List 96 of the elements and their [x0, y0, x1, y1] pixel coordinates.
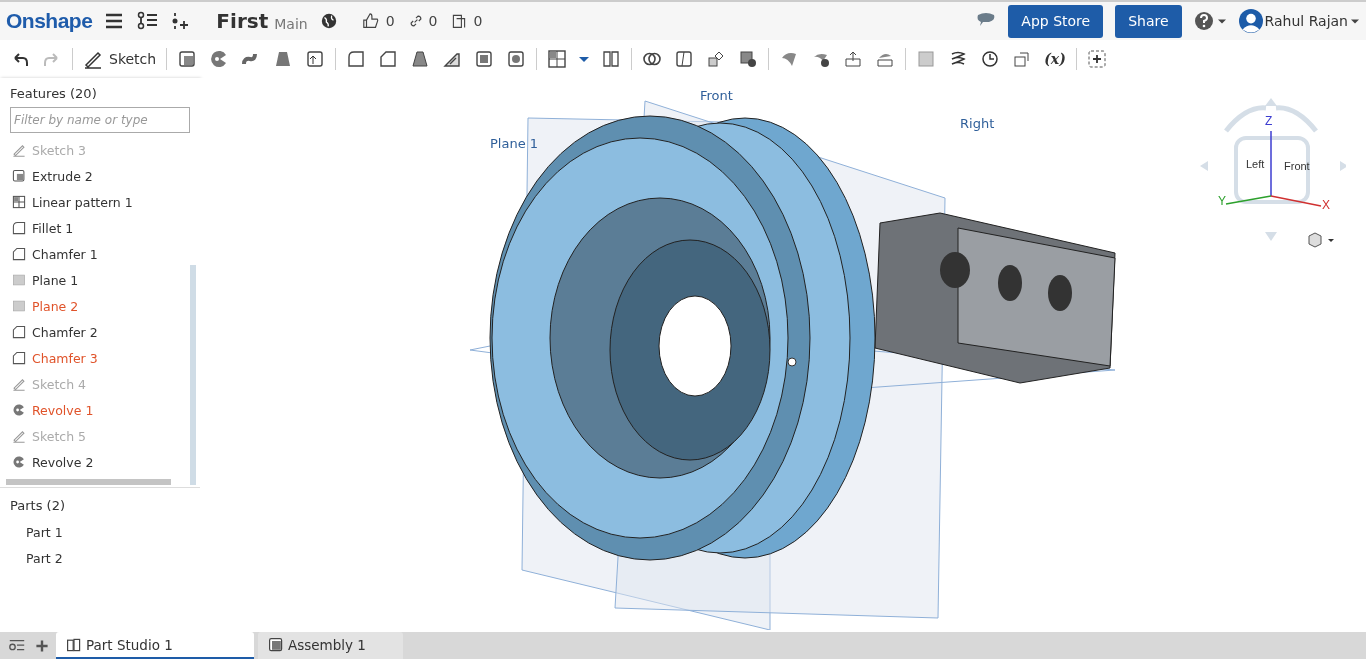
fillet-icon: [12, 221, 26, 235]
revolve-icon: [12, 455, 26, 469]
feature-item[interactable]: Chamfer 1: [0, 241, 200, 267]
feature-name: Linear pattern 1: [32, 194, 133, 210]
feature-name: Revolve 1: [32, 402, 94, 418]
plane-label: Right: [960, 116, 995, 131]
globe-icon: [319, 12, 338, 30]
axis-label: Y: [1218, 194, 1226, 208]
plane-label: Front: [700, 88, 733, 103]
extrude-icon: [177, 49, 198, 69]
plane-label: Plane 1: [490, 136, 539, 151]
view-cube-face-label[interactable]: Front: [1284, 160, 1310, 172]
feature-name: Plane 1: [32, 272, 79, 288]
caret-down-icon: [579, 56, 590, 62]
vertical-scrollbar[interactable]: [190, 265, 196, 485]
feature-item[interactable]: Revolve 1: [0, 397, 200, 423]
pencil-icon: [83, 49, 103, 69]
menu-icon: [104, 11, 125, 31]
features-heading: Features (20): [9, 85, 98, 103]
horizontal-scrollbar[interactable]: [6, 479, 171, 485]
feature-name: Revolve 2: [32, 454, 94, 470]
fillet-icon: [346, 49, 367, 69]
chamfer-icon: [12, 325, 26, 339]
plus-icon: [1086, 49, 1107, 69]
grid-icon: [12, 195, 26, 209]
delete-part-icon: [738, 49, 759, 69]
feature-name: Sketch 5: [32, 428, 87, 444]
feature-item[interactable]: Plane 1: [0, 267, 200, 293]
count-label: 0: [428, 13, 438, 29]
draft-icon: [410, 49, 431, 69]
document-title: First: [216, 9, 269, 33]
app-store-button[interactable]: App Store: [1008, 4, 1104, 38]
hole-icon: [506, 49, 527, 69]
chamfer-icon: [378, 49, 399, 69]
chamfer-icon: [12, 351, 26, 365]
insert-node-icon: [170, 11, 191, 31]
feature-item[interactable]: Fillet 1: [0, 215, 200, 241]
revolve-icon: [12, 403, 26, 417]
feature-item[interactable]: Plane 2: [0, 293, 200, 319]
caret-down-button[interactable]: [577, 54, 592, 64]
pencil-icon: [12, 377, 26, 391]
share-button[interactable]: Share: [1115, 4, 1182, 38]
branch-label: Main: [274, 15, 308, 32]
thicken-icon: [305, 49, 326, 69]
help-icon: [1193, 11, 1214, 31]
user-name[interactable]: Rahul Rajan: [1264, 13, 1348, 29]
axis-label: Z: [1265, 114, 1273, 128]
feature-name: Extrude 2: [32, 168, 93, 184]
chamfer-icon: [12, 247, 26, 261]
link-icon: [408, 14, 423, 28]
part-item[interactable]: Part 2: [0, 545, 200, 571]
app-logo[interactable]: Onshape: [6, 9, 93, 33]
feature-name: Chamfer 1: [32, 246, 98, 262]
feature-item[interactable]: Revolve 2: [0, 449, 200, 475]
plane-icon: [12, 273, 26, 287]
clipboard-icon: [451, 12, 468, 30]
thumbs-up-icon: [361, 12, 380, 30]
feature-name: Fillet 1: [32, 220, 74, 236]
plane-icon: [916, 49, 937, 69]
mirror-icon: [601, 49, 622, 69]
count-label: 0: [385, 13, 395, 29]
plane-icon: [12, 299, 26, 313]
count-label: 0: [473, 13, 483, 29]
feature-name: Sketch 4: [32, 376, 87, 392]
feature-item[interactable]: Linear pattern 1: [0, 189, 200, 215]
part-studio-icon: [66, 636, 82, 653]
move-face-icon: [843, 49, 864, 69]
feature-item[interactable]: Chamfer 2: [0, 319, 200, 345]
view-cube-face-label[interactable]: Left: [1246, 158, 1265, 170]
parts-heading: Parts (2): [9, 497, 66, 515]
assembly-icon: [268, 636, 284, 653]
feature-name: Sketch 3: [32, 142, 87, 158]
part-item[interactable]: Part 1: [0, 519, 200, 545]
axis-label: X: [1322, 198, 1330, 212]
feature-item[interactable]: Chamfer 3: [0, 345, 200, 371]
pattern-icon: [547, 49, 568, 69]
extrude-icon: [12, 169, 26, 183]
document-tab[interactable]: Part Studio 1: [56, 632, 254, 659]
pencil-icon: [12, 143, 26, 157]
pencil-icon: [12, 429, 26, 443]
feature-item[interactable]: Extrude 2: [0, 163, 200, 189]
filter-field[interactable]: Filter by name or type: [10, 107, 190, 133]
feature-name: Chamfer 2: [32, 324, 98, 340]
feature-name: Chamfer 3: [32, 350, 98, 366]
sketch-button[interactable]: Sketch: [81, 47, 159, 71]
document-tab[interactable]: Assembly 1: [258, 632, 403, 659]
cube-display-icon[interactable]: [1306, 232, 1336, 248]
avatar-icon: [1238, 9, 1263, 33]
clock-icon: [980, 49, 1001, 69]
feature-name: Plane 2: [32, 298, 79, 314]
plus-icon: [34, 637, 50, 654]
variable-button[interactable]: (x): [1042, 49, 1068, 69]
view-cube[interactable]: Left Front Z Y X: [1196, 86, 1346, 251]
split-icon: [674, 49, 695, 69]
tree-list-icon: [136, 11, 159, 31]
shell-icon: [474, 49, 495, 69]
